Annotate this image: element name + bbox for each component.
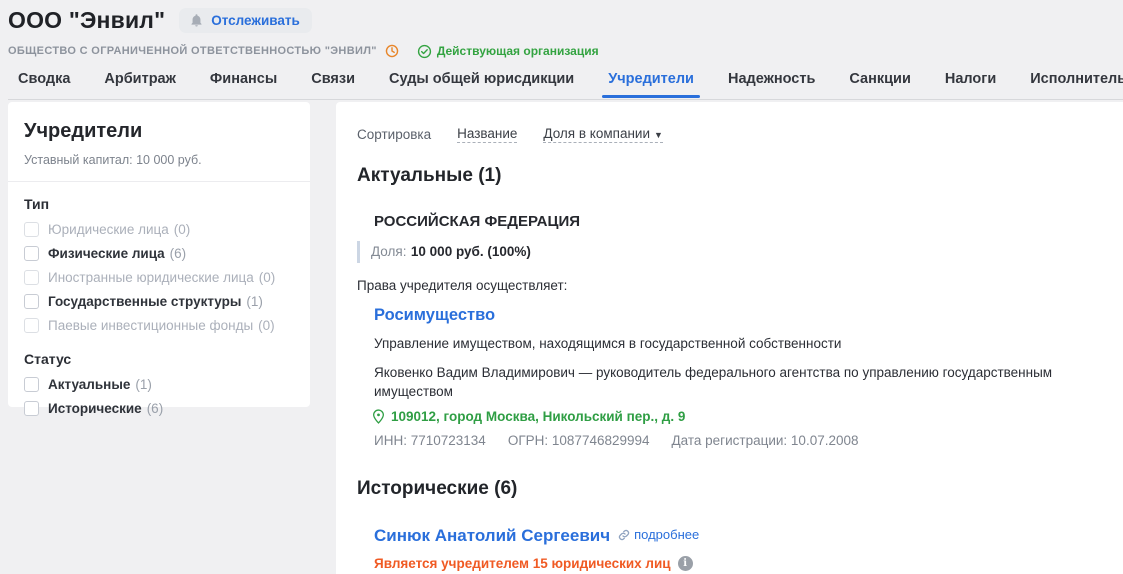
sidebar-divider <box>8 181 310 182</box>
check-circle-icon <box>417 44 432 59</box>
rights-label: Права учредителя осуществляет: <box>357 278 1099 293</box>
tab-reliability[interactable]: Надежность <box>728 69 815 97</box>
founder-entry-rf: РОССИЙСКАЯ ФЕДЕРАЦИЯ Доля: 10 000 руб. (… <box>357 213 1099 448</box>
bell-icon <box>189 13 204 28</box>
agent-link[interactable]: Росимущество <box>374 306 495 325</box>
founder-entry-person: Синюк Анатолий Сергеевич подробнее Являе… <box>357 526 1099 574</box>
tab-finances[interactable]: Финансы <box>210 69 277 97</box>
charter-capital: Уставный капитал: 10 000 руб. <box>24 153 294 167</box>
checkbox[interactable] <box>24 246 39 261</box>
tab-bar: Сводка Арбитраж Финансы Связи Суды общей… <box>8 69 1123 100</box>
follow-button[interactable]: Отслеживать <box>179 8 312 33</box>
follow-button-label: Отслеживать <box>211 13 300 28</box>
registry-codes: ИНН: 7710723134 ОГРН: 1087746829994 Дата… <box>374 433 1099 448</box>
address-text[interactable]: 109012, город Москва, Никольский пер., д… <box>391 409 685 424</box>
person-link[interactable]: Синюк Анатолий Сергеевич <box>374 526 610 546</box>
sidebar-title: Учредители <box>24 120 294 143</box>
sort-bar: Сортировка Название Доля в компании▼ <box>357 126 1099 143</box>
sort-by-name[interactable]: Название <box>457 126 517 143</box>
details-link[interactable]: подробнее <box>618 527 699 542</box>
historical-section-heading: Исторические (6) <box>357 478 1099 500</box>
filter-status-title: Статус <box>24 351 294 367</box>
company-full-name: ОБЩЕСТВО С ОГРАНИЧЕННОЙ ОТВЕТСТВЕННОСТЬЮ… <box>8 45 377 57</box>
status-badge: Действующая организация <box>417 44 599 59</box>
filter-actual[interactable]: Актуальные (1) <box>24 377 294 392</box>
tab-general-courts[interactable]: Суды общей юрисдикции <box>389 69 574 97</box>
filter-foreign-entities[interactable]: Иностранные юридические лица (0) <box>24 270 294 285</box>
filter-individuals[interactable]: Физические лица (6) <box>24 246 294 261</box>
founder-warning-row: Является учредителем 15 юридических лиц … <box>374 556 1099 571</box>
link-icon <box>618 529 630 541</box>
status-badge-label: Действующая организация <box>437 44 599 58</box>
checkbox[interactable] <box>24 377 39 392</box>
page-title: ООО "Энвил" <box>8 7 165 34</box>
founder-warning: Является учредителем 15 юридических лиц <box>374 556 671 571</box>
agent-head: Яковенко Вадим Владимирович — руководите… <box>374 363 1099 402</box>
filters-sidebar: Учредители Уставный капитал: 10 000 руб.… <box>8 102 310 407</box>
share-row: Доля: 10 000 руб. (100%) <box>357 241 1099 263</box>
tab-taxes[interactable]: Налоги <box>945 69 996 97</box>
agent-description: Управление имуществом, находящимся в гос… <box>374 334 1099 354</box>
address-row: 109012, город Москва, Никольский пер., д… <box>372 409 1099 424</box>
filter-investment-funds[interactable]: Паевые инвестиционные фонды (0) <box>24 318 294 333</box>
sort-by-share[interactable]: Доля в компании▼ <box>543 126 663 143</box>
filter-historical[interactable]: Исторические (6) <box>24 401 294 416</box>
checkbox[interactable] <box>24 222 39 237</box>
filter-state-structures[interactable]: Государственные структуры (1) <box>24 294 294 309</box>
company-header: ООО "Энвил" Отслеживать ОБЩЕСТВО С ОГРАН… <box>0 0 1123 100</box>
filter-legal-entities[interactable]: Юридические лица (0) <box>24 222 294 237</box>
checkbox[interactable] <box>24 270 39 285</box>
info-icon[interactable]: i <box>678 556 693 571</box>
tab-founders[interactable]: Учредители <box>608 69 694 97</box>
tab-sanctions[interactable]: Санкции <box>849 69 910 97</box>
location-pin-icon <box>372 409 385 424</box>
tab-connections[interactable]: Связи <box>311 69 355 97</box>
actual-section-heading: Актуальные (1) <box>357 165 1099 187</box>
filter-type-title: Тип <box>24 196 294 212</box>
tab-arbitration[interactable]: Арбитраж <box>104 69 176 97</box>
tab-summary[interactable]: Сводка <box>18 69 70 97</box>
checkbox[interactable] <box>24 294 39 309</box>
share-value: 10 000 руб. (100%) <box>411 244 531 259</box>
checkbox[interactable] <box>24 318 39 333</box>
chevron-down-icon: ▼ <box>654 130 663 140</box>
checkbox[interactable] <box>24 401 39 416</box>
history-clock-icon[interactable] <box>385 44 399 58</box>
founders-content: Сортировка Название Доля в компании▼ Акт… <box>336 102 1123 574</box>
registration-date: 10.07.2008 <box>791 433 859 448</box>
ogrn-value: 1087746829994 <box>552 433 650 448</box>
founder-name: РОССИЙСКАЯ ФЕДЕРАЦИЯ <box>374 213 1099 230</box>
tab-enforcement[interactable]: Исполнительные произв… <box>1030 69 1123 97</box>
sort-label: Сортировка <box>357 127 431 142</box>
inn-value: 7710723134 <box>411 433 486 448</box>
